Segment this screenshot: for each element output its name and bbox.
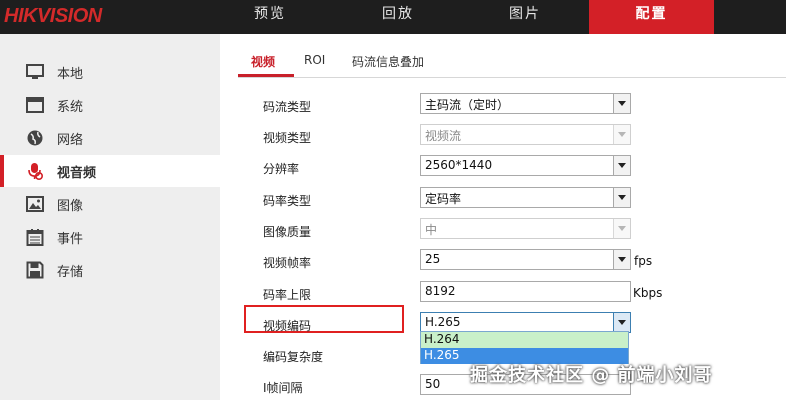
video-encoding-label: 视频编码 xyxy=(263,319,312,333)
chevron-down-icon xyxy=(613,219,630,238)
image-quality-select: 中 xyxy=(420,218,631,239)
encoding-complexity-label: 编码复杂度 xyxy=(263,350,324,364)
image-quality-value: 中 xyxy=(425,223,438,237)
video-type-select: 视频流 xyxy=(420,124,631,145)
nav-configuration[interactable]: 配置 xyxy=(589,0,714,34)
sidebar-item-label: 视音频 xyxy=(57,166,97,181)
stream-type-label: 码流类型 xyxy=(263,100,312,114)
sidebar-item-label: 本地 xyxy=(57,67,84,82)
frame-rate-select[interactable]: 25 xyxy=(420,249,631,270)
floppy-disk-icon xyxy=(26,261,44,279)
tab-video[interactable]: 视频 xyxy=(251,53,275,70)
image-quality-label: 图像质量 xyxy=(263,225,312,239)
nav-preview[interactable]: 预览 xyxy=(208,0,332,34)
sidebar-item-label: 图像 xyxy=(57,199,84,214)
bitrate-type-label: 码率类型 xyxy=(263,194,312,208)
bitrate-limit-input[interactable]: 8192 xyxy=(420,281,631,302)
video-encoding-select[interactable]: H.265 xyxy=(420,312,631,333)
sidebar-item-label: 系统 xyxy=(57,100,84,115)
sidebar-item-video-audio[interactable]: 视音频 xyxy=(0,155,220,187)
tab-bar: 视频 ROI 码流信息叠加 xyxy=(220,34,786,78)
bitrate-limit-label: 码率上限 xyxy=(263,288,312,302)
nav-picture[interactable]: 图片 xyxy=(463,0,587,34)
sidebar-item-storage[interactable]: 存储 xyxy=(0,254,220,286)
i-frame-interval-label: I帧间隔 xyxy=(263,381,303,395)
row-stream-type: 码流类型 主码流（定时） xyxy=(220,91,786,123)
microphone-icon xyxy=(28,163,43,180)
video-type-value: 视频流 xyxy=(425,129,462,143)
encoding-option-h264[interactable]: H.264 xyxy=(421,332,628,348)
resolution-select[interactable]: 2560*1440 xyxy=(420,155,631,176)
tab-stream-info-overlay[interactable]: 码流信息叠加 xyxy=(352,53,424,70)
globe-icon xyxy=(27,130,43,146)
window-icon xyxy=(26,97,44,113)
sidebar: 本地 系统 网络 视音频 图像 事件 存储 xyxy=(0,34,220,400)
sidebar-item-image[interactable]: 图像 xyxy=(0,188,220,220)
sidebar-item-label: 网络 xyxy=(57,133,84,148)
image-icon xyxy=(26,196,44,212)
row-bitrate-type: 码率类型 定码率 xyxy=(220,185,786,217)
stream-type-select[interactable]: 主码流（定时） xyxy=(420,93,631,114)
stream-type-value: 主码流（定时） xyxy=(425,98,510,112)
tab-divider xyxy=(238,77,786,78)
sidebar-item-network[interactable]: 网络 xyxy=(0,122,220,154)
nav-playback[interactable]: 回放 xyxy=(336,0,460,34)
sidebar-item-label: 事件 xyxy=(57,232,84,247)
chevron-down-icon[interactable] xyxy=(613,156,630,175)
calendar-icon xyxy=(26,229,44,246)
resolution-label: 分辨率 xyxy=(263,162,300,176)
video-encoding-dropdown: H.264 H.265 xyxy=(420,331,629,364)
watermark-text: 掘金技术社区 @ 前端小刘哥 xyxy=(470,365,713,386)
chevron-down-icon[interactable] xyxy=(613,250,630,269)
video-encoding-value: H.265 xyxy=(425,315,461,329)
bitrate-type-select[interactable]: 定码率 xyxy=(420,187,631,208)
row-video-type: 视频类型 视频流 xyxy=(220,122,786,154)
brand-logo: HIKVISION xyxy=(4,5,102,27)
top-navigation-bar: HIKVISION 预览 回放 图片 配置 xyxy=(0,0,786,34)
bitrate-limit-unit: Kbps xyxy=(633,286,663,300)
monitor-icon xyxy=(26,64,44,79)
frame-rate-value: 25 xyxy=(425,252,441,266)
bitrate-type-value: 定码率 xyxy=(425,192,462,206)
resolution-value: 2560*1440 xyxy=(425,158,493,172)
video-type-label: 视频类型 xyxy=(263,131,312,145)
chevron-down-icon[interactable] xyxy=(613,94,630,113)
i-frame-interval-value: 50 xyxy=(425,377,441,391)
sidebar-item-event[interactable]: 事件 xyxy=(0,221,220,253)
row-resolution: 分辨率 2560*1440 xyxy=(220,153,786,185)
chevron-down-icon xyxy=(613,125,630,144)
frame-rate-unit: fps xyxy=(634,254,653,268)
bitrate-limit-value: 8192 xyxy=(425,284,456,298)
sidebar-item-system[interactable]: 系统 xyxy=(0,89,220,121)
sidebar-item-label: 存储 xyxy=(57,265,84,280)
chevron-down-icon[interactable] xyxy=(613,313,630,332)
row-frame-rate: 视频帧率 25 fps xyxy=(220,247,786,279)
tab-roi[interactable]: ROI xyxy=(304,53,325,67)
row-image-quality: 图像质量 中 xyxy=(220,216,786,248)
chevron-down-icon[interactable] xyxy=(613,188,630,207)
frame-rate-label: 视频帧率 xyxy=(263,256,312,270)
sidebar-item-local[interactable]: 本地 xyxy=(0,56,220,88)
